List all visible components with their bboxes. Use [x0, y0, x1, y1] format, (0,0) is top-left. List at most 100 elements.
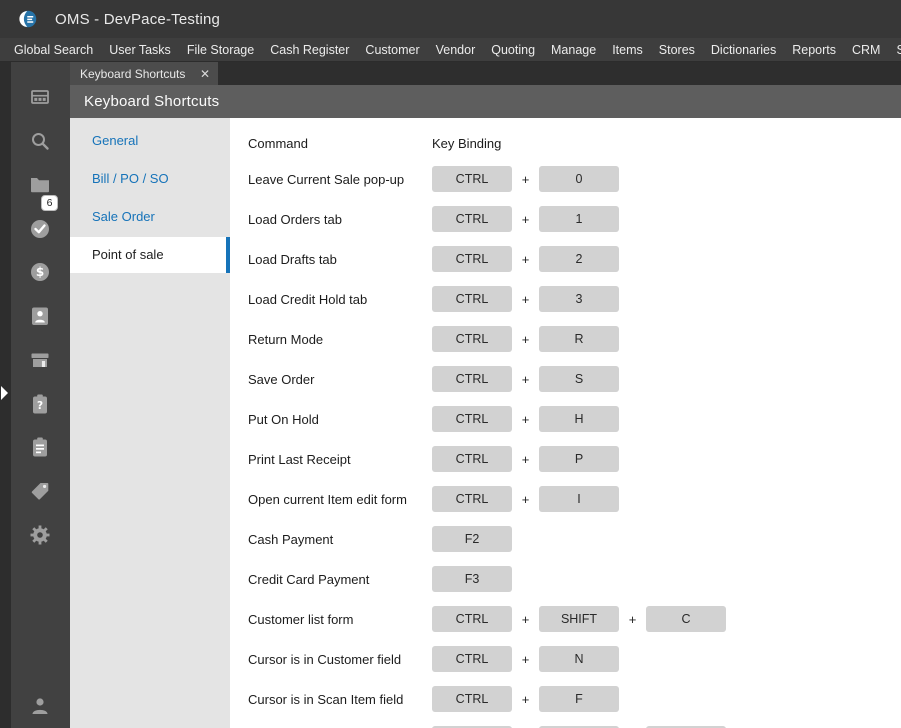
key-badge[interactable]: R	[539, 326, 619, 352]
menu-item-dictionaries[interactable]: Dictionaries	[703, 38, 784, 62]
command-label: Print Last Receipt	[248, 451, 351, 467]
column-header-command: Command	[248, 136, 308, 151]
key-binding: CTRL + N	[432, 646, 619, 672]
page-header-bar: Keyboard Shortcuts	[70, 85, 901, 118]
tasks-count-badge: 6	[41, 195, 58, 211]
key-badge[interactable]: CTRL	[432, 366, 512, 392]
key-binding: CTRL + F	[432, 686, 619, 712]
key-badge[interactable]: CTRL	[432, 246, 512, 272]
menu-item-manage[interactable]: Manage	[543, 38, 604, 62]
plus-separator: +	[521, 451, 530, 467]
key-badge[interactable]: 2	[539, 246, 619, 272]
shortcut-row: Cash Payment F2	[248, 526, 726, 552]
key-binding: CTRL +0	[432, 166, 619, 192]
key-badge[interactable]: CTRL	[432, 406, 512, 432]
clipboard-list-icon[interactable]	[28, 435, 52, 459]
key-badge[interactable]: C	[646, 606, 726, 632]
key-badge[interactable]: S	[539, 366, 619, 392]
shortcut-row: Cursor is in Scan Item field CTRL + F	[248, 686, 726, 712]
panel-expander-arrow-icon[interactable]	[1, 386, 8, 400]
sidebar: 6 $$?	[0, 62, 70, 728]
tab-keyboard-shortcuts[interactable]: Keyboard Shortcuts ✕	[70, 62, 218, 85]
user-icon[interactable]	[28, 694, 52, 718]
menu-bar: Global Search User Tasks File Storage Cash …	[0, 38, 901, 62]
search-icon[interactable]	[28, 129, 52, 153]
table-header: Command Key Binding	[248, 136, 501, 151]
key-badge[interactable]: 1	[539, 206, 619, 232]
key-badge[interactable]: I	[539, 486, 619, 512]
plus-separator: +	[521, 691, 530, 707]
tab-close-icon[interactable]: ✕	[200, 68, 210, 80]
nav-item-sale-order[interactable]: Sale Order	[70, 199, 230, 235]
shortcut-row: Print Last Receipt CTRL + P	[248, 446, 726, 472]
contact-icon[interactable]	[28, 304, 52, 328]
key-badge[interactable]: F	[539, 686, 619, 712]
shortcut-rows: Leave Current Sale pop-up CTRL +0 Load Orde…	[248, 166, 726, 728]
key-binding: CTRL + SHIFT + C	[432, 606, 726, 632]
key-binding: CTRL +2	[432, 246, 619, 272]
key-badge[interactable]: CTRL	[432, 206, 512, 232]
key-badge[interactable]: CTRL	[432, 166, 512, 192]
clipboard-question-icon[interactable]: ?	[28, 392, 52, 416]
tag-icon[interactable]	[28, 479, 52, 503]
key-binding: CTRL + R	[432, 326, 619, 352]
plus-separator: +	[521, 291, 530, 307]
key-badge[interactable]: P	[539, 446, 619, 472]
menu-item-file-storage[interactable]: File Storage	[179, 38, 262, 62]
key-badge[interactable]: CTRL	[432, 606, 512, 632]
menu-item-cash-register[interactable]: Cash Register	[262, 38, 357, 62]
plus-separator: +	[521, 171, 530, 187]
key-badge[interactable]: N	[539, 646, 619, 672]
key-badge[interactable]: CTRL	[432, 326, 512, 352]
menu-item-vendor[interactable]: Vendor	[428, 38, 484, 62]
nav-item-bill-po-so[interactable]: Bill / PO / SO	[70, 161, 230, 197]
folder-icon[interactable]	[28, 172, 52, 196]
menu-item-global-search[interactable]: Global Search	[6, 38, 101, 62]
key-badge[interactable]: H	[539, 406, 619, 432]
nav-item-general[interactable]: General	[70, 123, 230, 159]
page-title: Keyboard Shortcuts	[84, 93, 220, 110]
menu-item-stores[interactable]: Stores	[651, 38, 703, 62]
shortcut-row: Load Drafts tab CTRL +2	[248, 246, 726, 272]
menu-item-user-tasks[interactable]: User Tasks	[101, 38, 179, 62]
key-badge[interactable]: CTRL	[432, 686, 512, 712]
key-binding: CTRL +3	[432, 286, 619, 312]
shortcut-row: Load Orders tab CTRL +1	[248, 206, 726, 232]
menu-item-items[interactable]: Items	[604, 38, 651, 62]
key-badge[interactable]: 3	[539, 286, 619, 312]
dashboard-icon[interactable]	[28, 85, 52, 109]
key-badge[interactable]: 0	[539, 166, 619, 192]
nav-item-point-of-sale[interactable]: Point of sale	[70, 237, 230, 273]
svg-text:$: $	[36, 265, 44, 279]
tab-label: Keyboard Shortcuts	[80, 66, 186, 81]
money-icon[interactable]: $$	[28, 260, 52, 284]
key-badge[interactable]: CTRL	[432, 646, 512, 672]
plus-separator: +	[628, 611, 637, 627]
key-badge[interactable]: SHIFT	[539, 606, 619, 632]
plus-separator: +	[521, 211, 530, 227]
key-badge[interactable]: CTRL	[432, 446, 512, 472]
command-label: Leave Current Sale pop-up	[248, 171, 405, 187]
shortcut-row: Credit Card Payment F3	[248, 566, 726, 592]
menu-item-reports[interactable]: Reports	[784, 38, 844, 62]
oms-logo-icon	[19, 10, 37, 28]
plus-separator: +	[521, 251, 530, 267]
key-binding: CTRL + I	[432, 486, 619, 512]
key-badge[interactable]: CTRL	[432, 286, 512, 312]
shortcut-row: Load Credit Hold tab CTRL +3	[248, 286, 726, 312]
command-label: Load Drafts tab	[248, 251, 337, 267]
key-badge[interactable]: CTRL	[432, 486, 512, 512]
menu-item-quoting[interactable]: Quoting	[483, 38, 543, 62]
shortcut-row: Open current Item edit form CTRL + I	[248, 486, 726, 512]
key-binding: CTRL + H	[432, 406, 619, 432]
shortcut-row: Put On Hold CTRL + H	[248, 406, 726, 432]
store-icon[interactable]	[28, 348, 52, 372]
menu-item-settings[interactable]: Settings	[888, 38, 901, 62]
command-label: Open current Item edit form	[248, 491, 407, 507]
key-badge[interactable]: F3	[432, 566, 512, 592]
gear-icon[interactable]	[28, 523, 52, 547]
menu-item-customer[interactable]: Customer	[357, 38, 427, 62]
tasks-icon[interactable]	[28, 216, 52, 240]
key-badge[interactable]: F2	[432, 526, 512, 552]
menu-item-crm[interactable]: CRM	[844, 38, 888, 62]
